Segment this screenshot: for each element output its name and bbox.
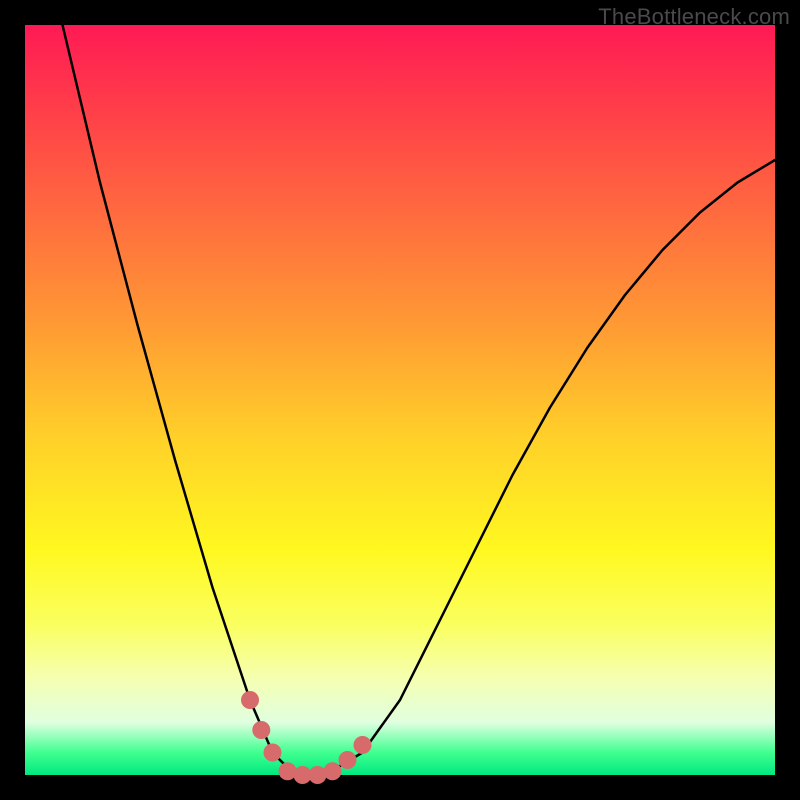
highlight-dot <box>324 762 342 780</box>
highlight-dot <box>252 721 270 739</box>
chart-svg <box>25 25 775 775</box>
highlight-dot <box>354 736 372 754</box>
highlight-dot <box>339 751 357 769</box>
highlight-dots-group <box>241 691 372 784</box>
highlight-dot <box>241 691 259 709</box>
highlight-dot <box>309 766 327 784</box>
highlight-dot <box>279 762 297 780</box>
chart-plot-area <box>25 25 775 775</box>
highlight-dot <box>264 744 282 762</box>
bottleneck-curve <box>63 25 776 775</box>
